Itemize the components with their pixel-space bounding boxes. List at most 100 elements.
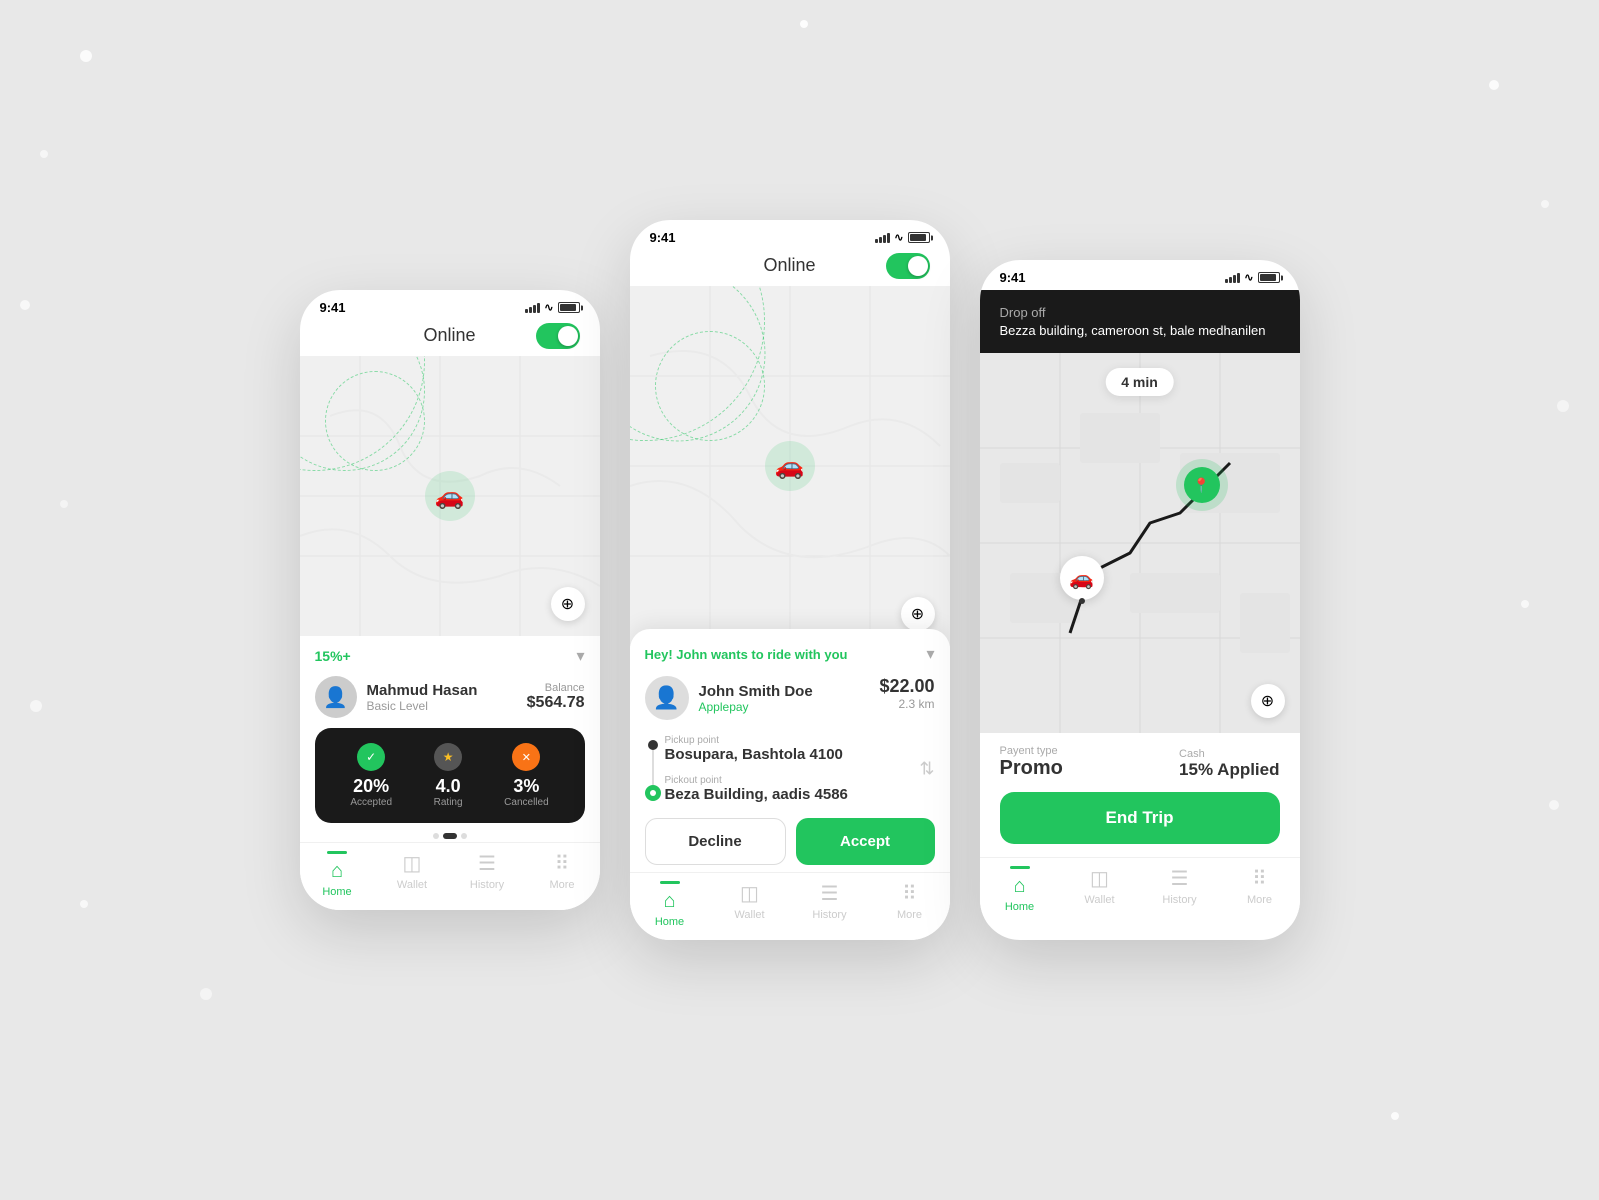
map-area-1: 🚗 ⊕ bbox=[300, 356, 600, 636]
balance-section-1: Balance $564.78 bbox=[527, 682, 585, 712]
accept-button[interactable]: Accept bbox=[796, 818, 935, 865]
nav-wallet-2[interactable]: ◫ Wallet bbox=[710, 881, 790, 928]
swap-icon: ⇅ bbox=[919, 759, 934, 780]
end-trip-button[interactable]: End Trip bbox=[1000, 792, 1280, 844]
moving-car: 🚗 bbox=[1060, 556, 1104, 600]
eta-value: 4 min bbox=[1121, 374, 1158, 390]
chevron-down-icon-2: ▾ bbox=[926, 644, 934, 664]
price-distance: 2.3 km bbox=[879, 697, 934, 711]
history-icon-3: ☰ bbox=[1171, 866, 1189, 891]
driver-level-1: Basic Level bbox=[367, 699, 478, 713]
payment-row: Payent type Promo Cash 15% Applied bbox=[1000, 745, 1280, 780]
accepted-icon: ✓ bbox=[357, 743, 385, 771]
request-header: Hey! John wants to ride with you ▾ bbox=[645, 644, 935, 664]
nav-home-3[interactable]: ⌂ Home bbox=[980, 866, 1060, 913]
promo-bar-1: 15%+ ▾ bbox=[315, 646, 585, 666]
decline-button[interactable]: Decline bbox=[645, 818, 786, 865]
nav-history-2[interactable]: ☰ History bbox=[790, 881, 870, 928]
pickup-label: Pickup point bbox=[665, 735, 935, 746]
header-2: Online bbox=[630, 250, 950, 286]
home-label-3: Home bbox=[1005, 901, 1034, 913]
nav-more-2[interactable]: ⠿ More bbox=[870, 881, 950, 928]
history-label-2: History bbox=[812, 909, 846, 921]
dropoff-route-label: Pickout point bbox=[665, 775, 935, 786]
dropoff-header-label: Drop off bbox=[1000, 305, 1280, 320]
chevron-down-icon-1: ▾ bbox=[576, 646, 584, 666]
nav-active-bar-3 bbox=[1010, 866, 1030, 869]
map-area-3: 4 min 📍 🚗 ⊕ bbox=[980, 353, 1300, 733]
online-toggle-2[interactable] bbox=[886, 253, 930, 279]
more-label-2: More bbox=[897, 909, 922, 921]
nav-more-1[interactable]: ⠿ More bbox=[525, 851, 600, 898]
stat-cancelled: ✕ 3% Cancelled bbox=[504, 743, 548, 808]
header-1: Online bbox=[300, 320, 600, 356]
stat-accepted: ✓ 20% Accepted bbox=[350, 743, 392, 808]
home-icon-3: ⌂ bbox=[1013, 875, 1025, 898]
more-label-1: More bbox=[549, 879, 574, 891]
bottom-nav-2: ⌂ Home ◫ Wallet ☰ History ⠿ More bbox=[630, 872, 950, 940]
status-bar-1: 9:41 ∿ bbox=[300, 290, 600, 320]
nav-wallet-3[interactable]: ◫ Wallet bbox=[1060, 866, 1140, 913]
status-bar-2: 9:41 ∿ bbox=[630, 220, 950, 250]
wallet-label-3: Wallet bbox=[1084, 894, 1114, 906]
history-label-1: History bbox=[470, 879, 504, 891]
driver-row-1: 👤 Mahmud Hasan Basic Level Balance $564.… bbox=[315, 676, 585, 718]
rider-payment: Applepay bbox=[699, 700, 813, 714]
signal-icon-1 bbox=[525, 303, 540, 313]
wifi-icon-2: ∿ bbox=[894, 231, 903, 244]
battery-icon-3 bbox=[1258, 272, 1280, 283]
header-title-2: Online bbox=[763, 255, 815, 276]
eta-badge: 4 min bbox=[1105, 368, 1174, 396]
nav-home-2[interactable]: ⌂ Home bbox=[630, 881, 710, 928]
location-btn-1[interactable]: ⊕ bbox=[551, 587, 585, 621]
location-btn-3[interactable]: ⊕ bbox=[1251, 684, 1285, 718]
payment-right: Cash 15% Applied bbox=[1179, 748, 1279, 780]
nav-active-bar-1 bbox=[327, 851, 347, 854]
wifi-icon-3: ∿ bbox=[1244, 271, 1253, 284]
rider-name: John Smith Doe bbox=[699, 683, 813, 700]
signal-icon-3 bbox=[1225, 273, 1240, 283]
route-svg bbox=[980, 353, 1300, 733]
route-line bbox=[652, 750, 654, 785]
pay-type: Promo bbox=[1000, 757, 1063, 780]
pickup-point: Pickup point Bosupara, Bashtola 4100 bbox=[665, 735, 935, 763]
carousel-dots-1 bbox=[315, 833, 585, 839]
pickup-address: Bosupara, Bashtola 4100 bbox=[665, 746, 935, 763]
promo-text-1: 15%+ bbox=[315, 648, 351, 664]
rating-value: 4.0 bbox=[434, 776, 463, 797]
phones-container: 9:41 ∿ Online bbox=[300, 260, 1300, 940]
location-btn-2[interactable]: ⊕ bbox=[901, 597, 935, 631]
status-bar-3: 9:41 ∿ bbox=[980, 260, 1300, 290]
nav-wallet-1[interactable]: ◫ Wallet bbox=[375, 851, 450, 898]
dot-2 bbox=[443, 833, 457, 839]
dot-3 bbox=[461, 833, 467, 839]
pay-label: Payent type bbox=[1000, 745, 1063, 757]
online-toggle-1[interactable] bbox=[536, 323, 580, 349]
nav-home-1[interactable]: ⌂ Home bbox=[300, 851, 375, 898]
cancelled-icon: ✕ bbox=[512, 743, 540, 771]
nav-history-1[interactable]: ☰ History bbox=[450, 851, 525, 898]
bottom-nav-1: ⌂ Home ◫ Wallet ☰ History ⠿ More bbox=[300, 842, 600, 910]
balance-amount-1: $564.78 bbox=[527, 694, 585, 712]
toggle-knob-1 bbox=[558, 326, 578, 346]
header-title-1: Online bbox=[423, 325, 475, 346]
nav-more-3[interactable]: ⠿ More bbox=[1220, 866, 1300, 913]
battery-icon-2 bbox=[908, 232, 930, 243]
dropoff-bar: Drop off Bezza building, cameroon st, ba… bbox=[980, 290, 1300, 353]
more-icon-3: ⠿ bbox=[1252, 866, 1267, 891]
accepted-value: 20% bbox=[350, 776, 392, 797]
nav-history-3[interactable]: ☰ History bbox=[1140, 866, 1220, 913]
radar-2: 🚗 bbox=[765, 441, 815, 491]
wallet-icon-1: ◫ bbox=[403, 851, 422, 876]
request-title: Hey! John wants to ride with you bbox=[645, 647, 848, 662]
more-icon-1: ⠿ bbox=[555, 851, 570, 876]
dropoff-address-label: Bezza building, cameroon st, bale medhan… bbox=[1000, 323, 1280, 338]
more-label-3: More bbox=[1247, 894, 1272, 906]
wallet-label-2: Wallet bbox=[734, 909, 764, 921]
more-icon-2: ⠿ bbox=[902, 881, 917, 906]
dot-1 bbox=[433, 833, 439, 839]
stats-card-1: ✓ 20% Accepted ★ 4.0 Rating ✕ 3% Cancell… bbox=[315, 728, 585, 823]
car-icon-2: 🚗 bbox=[765, 441, 815, 491]
route-end-dot bbox=[645, 785, 661, 801]
phone-1: 9:41 ∿ Online bbox=[300, 290, 600, 910]
